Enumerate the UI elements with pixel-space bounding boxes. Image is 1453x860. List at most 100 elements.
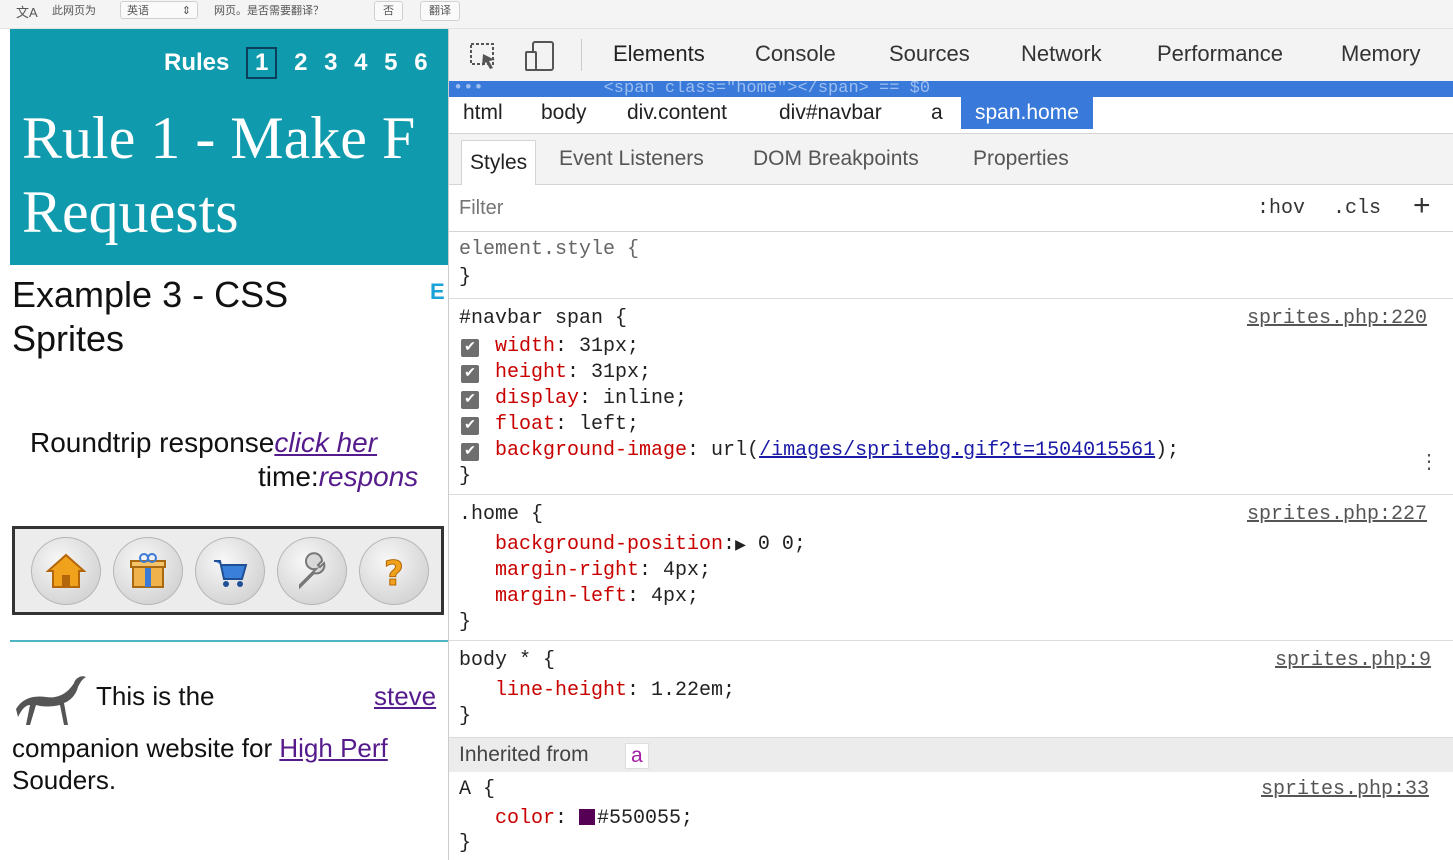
checkbox-float[interactable]: ✔ <box>461 417 479 435</box>
expand-triangle-icon[interactable]: ▶ <box>735 538 746 554</box>
tab-styles[interactable]: Styles <box>461 140 537 185</box>
tab-network[interactable]: Network <box>1021 41 1102 67</box>
language-select[interactable]: 英语 ⇕ <box>120 1 198 19</box>
checkbox-display[interactable]: ✔ <box>461 391 479 409</box>
cart-icon <box>214 560 248 587</box>
gift-button[interactable] <box>113 537 183 605</box>
val-background-position[interactable]: 0 0; <box>758 533 806 556</box>
breadcrumb: html body div.content div#navbar a span.… <box>449 97 1453 134</box>
breadcrumb-div-navbar[interactable]: div#navbar <box>779 101 882 125</box>
tab-console[interactable]: Console <box>755 41 836 67</box>
rule-link-5[interactable]: 5 <box>384 49 397 77</box>
home-icon <box>46 553 86 588</box>
close-brace: } <box>459 705 472 728</box>
val-color[interactable]: #550055; <box>597 807 693 830</box>
rule-link-6[interactable]: 6 <box>414 49 427 77</box>
breadcrumb-a[interactable]: a <box>931 101 943 125</box>
checkbox-height[interactable]: ✔ <box>461 365 479 383</box>
sprite-url-link[interactable]: /images/spritebg.gif?t=1504015561 <box>759 439 1155 462</box>
color-swatch[interactable] <box>579 809 596 825</box>
devtools-panel: Elements Console Sources Network Perform… <box>448 29 1453 860</box>
breadcrumb-div-content[interactable]: div.content <box>627 101 727 125</box>
time-label: time: <box>258 461 319 492</box>
styles-filter-bar: :hov .cls + <box>449 185 1453 232</box>
breadcrumb-span-home[interactable]: span.home <box>961 97 1093 129</box>
chevron-updown-icon: ⇕ <box>181 5 191 17</box>
element-style-rule: element.style { } <box>449 232 1453 299</box>
a-source-link[interactable]: sprites.php:33 <box>1261 778 1429 801</box>
page-title: Rule 1 - Make F Requests <box>22 101 415 249</box>
prop-margin-right: margin-right <box>495 559 640 582</box>
val-float[interactable]: left; <box>579 413 639 436</box>
devtools-toolbar: Elements Console Sources Network Perform… <box>449 29 1453 82</box>
val-margin-left[interactable]: 4px; <box>651 585 699 608</box>
selected-node-row[interactable]: ••• <span class="home"></span> == $0 <box>449 81 1453 97</box>
rule-link-2[interactable]: 2 <box>294 49 307 77</box>
companion-text: companion website for High Perf Souders. <box>12 732 388 796</box>
toolbar-divider <box>581 39 582 71</box>
prop-background-position: background-position <box>495 533 724 556</box>
checkbox-width[interactable]: ✔ <box>461 339 479 357</box>
steve-link[interactable]: steve <box>374 681 436 712</box>
help-icon: ? <box>384 554 405 592</box>
close-brace: } <box>459 266 472 289</box>
body-selector: body * { <box>459 649 556 672</box>
tab-event-listeners[interactable]: Event Listeners <box>559 147 704 171</box>
inspect-icon[interactable] <box>469 42 499 70</box>
click-here-link[interactable]: click her <box>274 427 377 458</box>
help-button[interactable]: ? <box>359 537 429 605</box>
device-toggle-icon[interactable] <box>523 40 557 72</box>
roundtrip-text: Roundtrip response <box>30 427 275 458</box>
navbar-source-link[interactable]: sprites.php:220 <box>1247 307 1427 330</box>
roundtrip-row: Roundtrip responseclick her <box>30 427 377 459</box>
tools-button[interactable] <box>277 537 347 605</box>
rules-label: Rules <box>164 49 230 76</box>
val-margin-right[interactable]: 4px; <box>663 559 711 582</box>
no-translate-button[interactable]: 否 <box>374 1 403 21</box>
rule-link-4[interactable]: 4 <box>354 49 367 77</box>
inherited-tag-link[interactable]: a <box>625 743 649 769</box>
home-button[interactable] <box>31 537 101 605</box>
new-rule-button[interactable]: + <box>1413 189 1431 223</box>
tab-performance[interactable]: Performance <box>1157 41 1283 67</box>
prop-height: height <box>495 361 568 384</box>
translate-question: 网页。是否需要翻译？ <box>214 5 324 17</box>
breadcrumb-html[interactable]: html <box>463 101 503 125</box>
high-performance-link[interactable]: High Perf <box>279 733 387 763</box>
checkbox-background-image[interactable]: ✔ <box>461 443 479 461</box>
tab-memory[interactable]: Memory <box>1341 41 1420 67</box>
body-source-link[interactable]: sprites.php:9 <box>1275 649 1431 672</box>
hov-toggle[interactable]: :hov <box>1257 197 1305 220</box>
selected-node-text: <span class="home"></span> == $0 <box>603 81 931 97</box>
close-brace: } <box>459 611 472 634</box>
rule-link-3[interactable]: 3 <box>324 49 337 77</box>
element-style-selector: element.style { <box>459 238 640 261</box>
val-display[interactable]: inline; <box>603 387 687 410</box>
breadcrumb-body[interactable]: body <box>541 101 587 125</box>
translate-icon: 文A <box>16 5 38 20</box>
home-rule: .home { sprites.php:227 background-posit… <box>449 495 1453 641</box>
navbar-span-rule: #navbar span { sprites.php:220 ✔ width: … <box>449 299 1453 495</box>
tab-properties[interactable]: Properties <box>973 147 1069 171</box>
val-height[interactable]: 31px; <box>591 361 651 384</box>
ellipsis-icon: ••• <box>453 81 484 97</box>
inherited-header: Inherited from a <box>449 738 1453 772</box>
more-options-icon[interactable]: ⋮ <box>1419 449 1439 475</box>
cart-button[interactable] <box>195 537 265 605</box>
filter-input[interactable] <box>457 193 1221 223</box>
tab-dom-breakpoints[interactable]: DOM Breakpoints <box>753 147 919 171</box>
val-line-height[interactable]: 1.22em; <box>651 679 735 702</box>
tab-elements[interactable]: Elements <box>613 41 705 67</box>
val-width[interactable]: 31px; <box>579 335 639 358</box>
wrench-icon <box>299 552 326 590</box>
rule-link-1[interactable]: 1 <box>246 47 278 79</box>
close-brace: } <box>459 832 472 855</box>
prop-background-image: background-image <box>495 439 688 462</box>
home-source-link[interactable]: sprites.php:227 <box>1247 503 1427 526</box>
example-side-link[interactable]: E <box>430 279 445 305</box>
tab-sources[interactable]: Sources <box>889 41 970 67</box>
translate-button[interactable]: 翻译 <box>420 1 460 21</box>
prop-display: display <box>495 387 580 410</box>
prop-width: width <box>495 335 556 358</box>
cls-toggle[interactable]: .cls <box>1333 197 1381 220</box>
